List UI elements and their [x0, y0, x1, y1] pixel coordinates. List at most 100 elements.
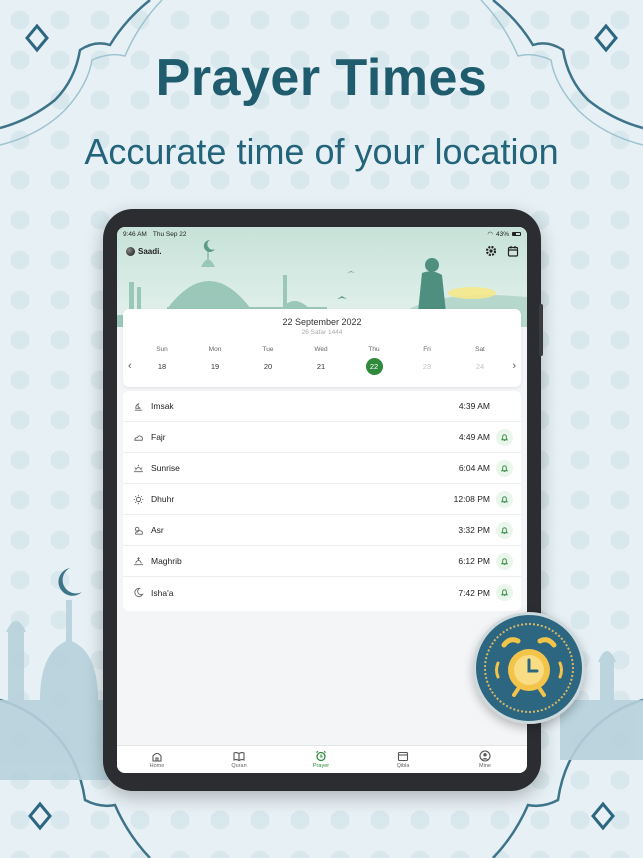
day-number: 21	[316, 362, 326, 371]
prayer-row-dhuhr[interactable]: Dhuhr 12:08 PM	[123, 484, 521, 515]
status-indicators: ◠ 43%	[487, 230, 521, 238]
app-screen: 9:46 AM Thu Sep 22 ◠ 43% Saadi. 22 Septe…	[117, 227, 527, 773]
bell-toggle[interactable]	[496, 552, 513, 570]
sun-icon	[133, 494, 144, 504]
hijri-date: 26 Safar 1444	[301, 329, 343, 336]
prayer-row-imsak[interactable]: Imsak 4:39 AM	[123, 391, 521, 422]
alarm-clock-icon	[495, 637, 563, 697]
kaaba-icon	[397, 751, 409, 762]
tab-label: Qibla	[396, 763, 410, 769]
tab-label: Quran	[231, 763, 247, 769]
bell-toggle[interactable]	[496, 490, 513, 508]
tab-bar: Home Quran Prayer Qibla Mine	[117, 745, 527, 773]
bell-icon	[500, 589, 509, 596]
day-name: Sun	[156, 346, 168, 353]
calendar-icon[interactable]	[507, 245, 519, 257]
prayer-time: 6:12 PM	[458, 556, 490, 566]
day-tue[interactable]: Tue 20	[253, 346, 283, 375]
fajr-icon	[134, 434, 143, 441]
bell-icon	[500, 495, 509, 503]
status-bar: 9:46 AM Thu Sep 22 ◠ 43%	[117, 227, 527, 241]
bell-icon	[500, 526, 509, 534]
day-thu-selected[interactable]: Thu 22	[359, 346, 389, 375]
status-time: 9:46 AM	[123, 230, 147, 238]
side-button	[539, 304, 543, 356]
prayer-time: 7:42 PM	[458, 587, 490, 598]
tab-mine[interactable]: Mine	[465, 750, 505, 769]
prayer-time: 6:04 AM	[458, 463, 490, 473]
day-mon[interactable]: Mon 19	[200, 346, 230, 375]
mosque-icon	[152, 752, 162, 762]
profile-icon	[479, 750, 491, 762]
bell-toggle[interactable]	[496, 428, 513, 446]
bell-icon	[500, 433, 509, 441]
moon-icon	[134, 587, 144, 598]
sunrise-icon	[133, 464, 144, 472]
bell-icon	[500, 557, 509, 565]
day-name: Tue	[262, 346, 274, 353]
tab-label: Mine	[479, 763, 491, 769]
prayer-row-sunrise[interactable]: Sunrise 6:04 AM	[123, 453, 521, 484]
prayer-name: Sunrise	[151, 463, 180, 473]
prayer-name: Maghrib	[151, 556, 182, 566]
prayer-row-asr[interactable]: Asr 3:32 PM	[123, 515, 521, 546]
bell-toggle[interactable]	[496, 521, 513, 539]
tab-qibla[interactable]: Qibla	[383, 750, 423, 769]
next-week-arrow-icon[interactable]: ›	[512, 360, 516, 372]
gregorian-date: 22 September 2022	[282, 317, 362, 327]
prayer-name: Dhuhr	[151, 494, 175, 504]
battery-icon	[512, 231, 521, 237]
settings-icon[interactable]	[485, 245, 497, 257]
day-number: 18	[157, 362, 167, 371]
prayer-list: Imsak 4:39 AM Fajr 4:49 AM Sunrise 6:04 …	[123, 391, 521, 611]
day-name: Sat	[475, 346, 485, 353]
day-name: Thu	[368, 346, 380, 353]
alarm-clock-icon	[316, 750, 326, 762]
tab-prayer[interactable]: Prayer	[301, 750, 341, 769]
calendar-card: 22 September 2022 26 Safar 1444 ‹ › Sun …	[123, 309, 521, 387]
day-number: 19	[210, 362, 220, 371]
prayer-time: 3:32 PM	[458, 525, 490, 535]
prayer-row-ishaa[interactable]: Isha'a 7:42 PM	[123, 577, 521, 608]
tab-label: Home	[149, 763, 165, 769]
brand: Saadi.	[126, 247, 162, 256]
tab-home[interactable]: Home	[137, 750, 177, 769]
bell-toggle[interactable]	[496, 584, 513, 601]
day-fri[interactable]: Fri 23	[412, 346, 442, 375]
brand-name: Saadi.	[138, 247, 162, 256]
sunset-icon	[133, 556, 144, 565]
globe-icon	[126, 247, 135, 256]
day-sat[interactable]: Sat 24	[465, 346, 495, 375]
imsak-icon	[134, 402, 143, 411]
day-number: 20	[263, 362, 273, 371]
prayer-name: Isha'a	[151, 587, 174, 598]
day-number: 24	[475, 362, 485, 371]
cloud-sun-icon	[134, 526, 143, 535]
status-battery-percent: 43%	[495, 230, 509, 238]
subheadline: Accurate time of your location	[84, 131, 559, 172]
day-wed[interactable]: Wed 21	[306, 346, 336, 375]
day-number: 22	[365, 358, 383, 375]
day-name: Fri	[423, 346, 431, 353]
prayer-name: Imsak	[151, 401, 174, 411]
bell-toggle[interactable]	[496, 459, 513, 477]
wifi-icon: ◠	[487, 231, 493, 238]
tab-quran[interactable]: Quran	[219, 750, 259, 769]
book-icon	[233, 752, 245, 762]
day-name: Wed	[314, 346, 328, 353]
bell-icon	[500, 464, 509, 472]
alarm-badge	[473, 612, 585, 724]
prayer-row-maghrib[interactable]: Maghrib 6:12 PM	[123, 546, 521, 577]
day-sun[interactable]: Sun 18	[147, 346, 177, 375]
headline: Prayer Times	[155, 49, 488, 107]
day-name: Mon	[208, 346, 222, 353]
status-date: Thu Sep 22	[152, 230, 187, 238]
prev-week-arrow-icon[interactable]: ‹	[128, 360, 132, 372]
prayer-time: 12:08 PM	[453, 494, 490, 504]
prayer-time: 4:39 AM	[458, 401, 490, 411]
tab-label: Prayer	[312, 763, 330, 769]
prayer-name: Asr	[151, 525, 164, 535]
day-number: 23	[422, 362, 432, 371]
prayer-row-fajr[interactable]: Fajr 4:49 AM	[123, 422, 521, 453]
prayer-time: 4:49 AM	[458, 432, 490, 442]
